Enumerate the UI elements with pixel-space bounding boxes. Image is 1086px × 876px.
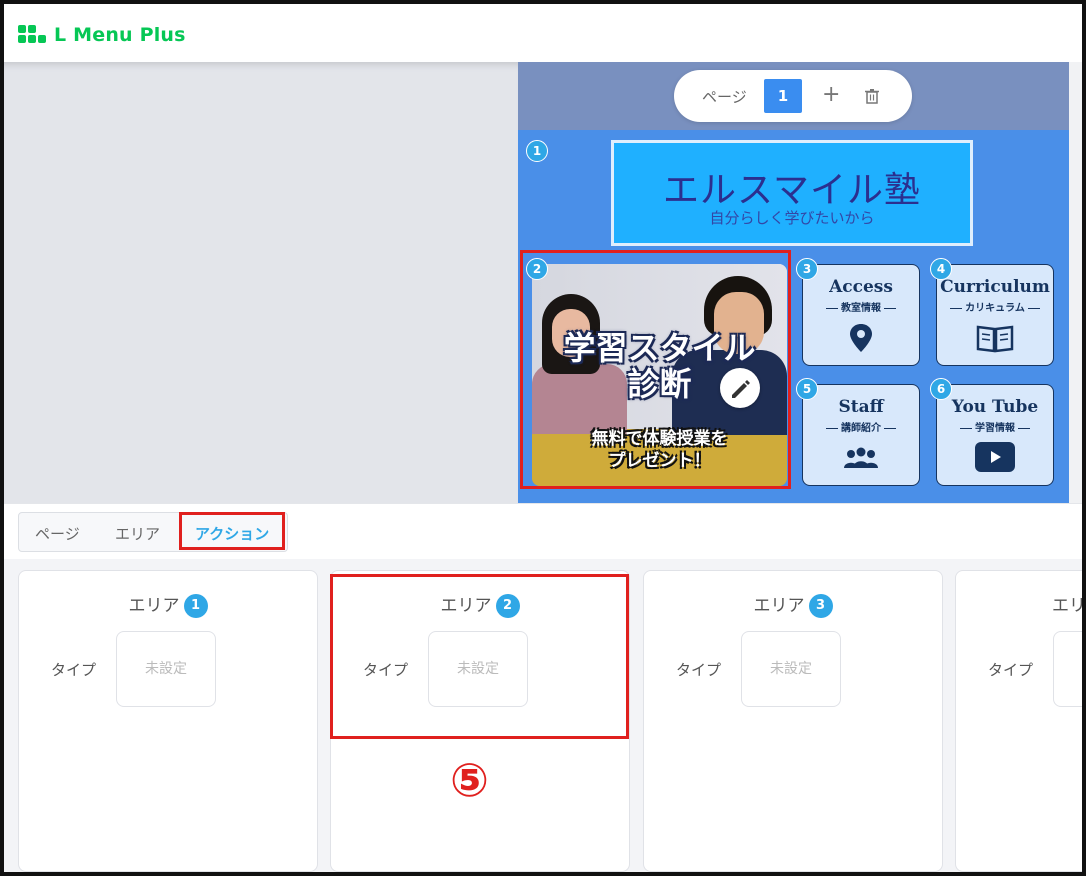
type-select-button[interactable] bbox=[1053, 631, 1082, 707]
type-select-button[interactable]: 未設定 bbox=[116, 631, 216, 707]
app-header: L Menu Plus bbox=[4, 4, 1082, 62]
area-number-badge: 4 bbox=[930, 258, 952, 280]
tab-area[interactable]: エリア bbox=[115, 523, 160, 544]
tab-page[interactable]: ページ bbox=[35, 523, 80, 544]
editor-tabs-bar: ページ エリア アクション bbox=[4, 503, 1082, 561]
banner-subtitle: 自分らしく学びたいから bbox=[709, 209, 875, 227]
card-title: エリア 1 bbox=[19, 591, 317, 618]
map-pin-icon bbox=[850, 324, 872, 352]
highlight-area-2 bbox=[520, 250, 791, 489]
area-6-youtube-tile[interactable]: You Tube 学習情報 bbox=[936, 384, 1054, 486]
type-label: タイプ bbox=[676, 661, 722, 679]
page-label: ページ bbox=[702, 88, 747, 106]
area-4-curriculum-tile[interactable]: Curriculum カリキュラム bbox=[936, 264, 1054, 366]
canvas-empty-area bbox=[4, 62, 518, 503]
play-icon bbox=[975, 442, 1015, 472]
people-icon bbox=[844, 447, 878, 468]
trash-icon[interactable] bbox=[864, 88, 880, 104]
type-label: タイプ bbox=[988, 661, 1034, 679]
highlight-action-tab bbox=[179, 512, 285, 550]
page-1-button[interactable]: 1 bbox=[764, 79, 802, 113]
card-title: エリア bbox=[1052, 596, 1086, 616]
type-select-button[interactable]: 未設定 bbox=[741, 631, 841, 707]
highlight-area-card-2 bbox=[330, 574, 629, 739]
card-title: エリア 3 bbox=[644, 591, 942, 618]
logo-icon bbox=[18, 25, 46, 45]
type-label: タイプ bbox=[51, 661, 97, 679]
page-bar: ページ 1 + bbox=[674, 70, 912, 122]
banner-title: エルスマイル塾 bbox=[663, 170, 921, 211]
area-card-4: エリア タイプ bbox=[955, 570, 1086, 872]
area-1-banner[interactable]: エルスマイル塾 自分らしく学びたいから bbox=[611, 140, 973, 246]
area-number-badge: 5 bbox=[796, 378, 818, 400]
area-number-badge: 3 bbox=[808, 594, 833, 618]
book-icon bbox=[976, 325, 1014, 353]
area-5-staff-tile[interactable]: Staff 講師紹介 bbox=[802, 384, 920, 486]
app-window: L Menu Plus ページ 1 + エルスマイル塾 自分らしく学びたいから … bbox=[0, 0, 1086, 876]
area-card-3: エリア 3 タイプ 未設定 bbox=[643, 570, 943, 872]
plus-icon[interactable]: + bbox=[822, 82, 840, 107]
area-number-badge: 6 bbox=[930, 378, 952, 400]
area-number-badge: 1 bbox=[526, 140, 548, 162]
app-logo[interactable]: L Menu Plus bbox=[18, 24, 186, 46]
app-title: L Menu Plus bbox=[54, 24, 186, 46]
area-number-badge: 1 bbox=[183, 594, 208, 618]
area-card-1: エリア 1 タイプ 未設定 bbox=[18, 570, 318, 872]
area-3-access-tile[interactable]: Access 教室情報 bbox=[802, 264, 920, 366]
area-number-badge: 3 bbox=[796, 258, 818, 280]
scroll-gutter bbox=[1069, 62, 1082, 503]
step-5-marker: ⑤ bbox=[450, 753, 489, 807]
